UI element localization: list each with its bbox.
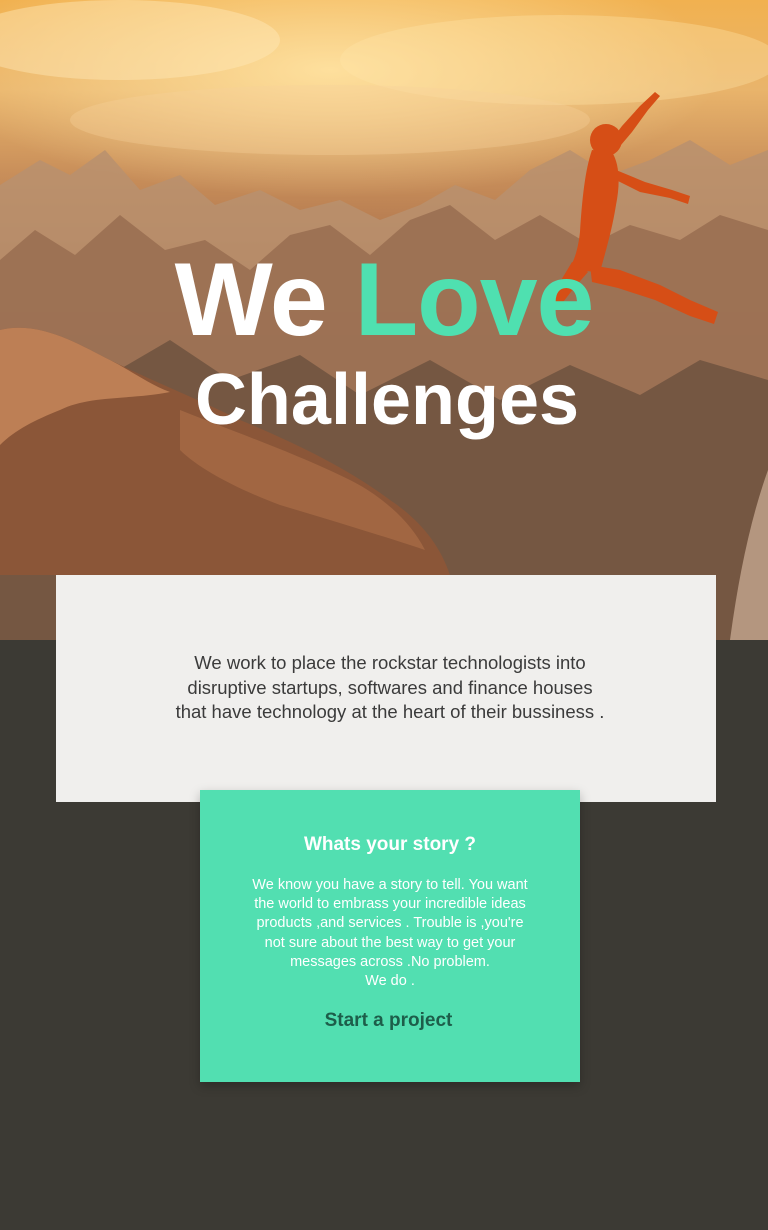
- headline-line-1: We Love: [0, 248, 768, 352]
- story-body-line: the world to embrass your incredible ide…: [254, 896, 526, 913]
- start-project-link[interactable]: Start a project: [200, 1010, 577, 1032]
- story-body-line: not sure about the best way to get your: [264, 934, 516, 951]
- story-title: Whats your story ?: [303, 834, 477, 855]
- headline-word-we: We: [174, 242, 328, 358]
- hero-headline: We Love Challenges: [0, 248, 768, 436]
- story-body-line: We do .: [365, 973, 415, 990]
- intro-card: We work to place the rockstar technologi…: [56, 575, 716, 802]
- headline-line-2: Challenges: [194, 360, 580, 440]
- story-body-line: products ,and services . Trouble is ,you…: [256, 915, 524, 932]
- story-card: Whats your story ? We know you have a st…: [200, 790, 580, 1082]
- headline-word-love: Love: [354, 242, 595, 358]
- intro-text: We work to place the rockstar technologi…: [56, 651, 724, 725]
- intro-line: that have technology at the heart of the…: [175, 701, 605, 722]
- story-body: We know you have a story to tell. You wa…: [240, 876, 540, 991]
- story-body-line: messages across .No problem.: [290, 953, 490, 970]
- intro-line: disruptive startups, softwares and finan…: [187, 676, 593, 698]
- hero-section: We Love Challenges: [0, 0, 768, 640]
- intro-line: We work to place the rockstar technologi…: [194, 652, 586, 673]
- story-body-line: We know you have a story to tell. You wa…: [252, 877, 528, 893]
